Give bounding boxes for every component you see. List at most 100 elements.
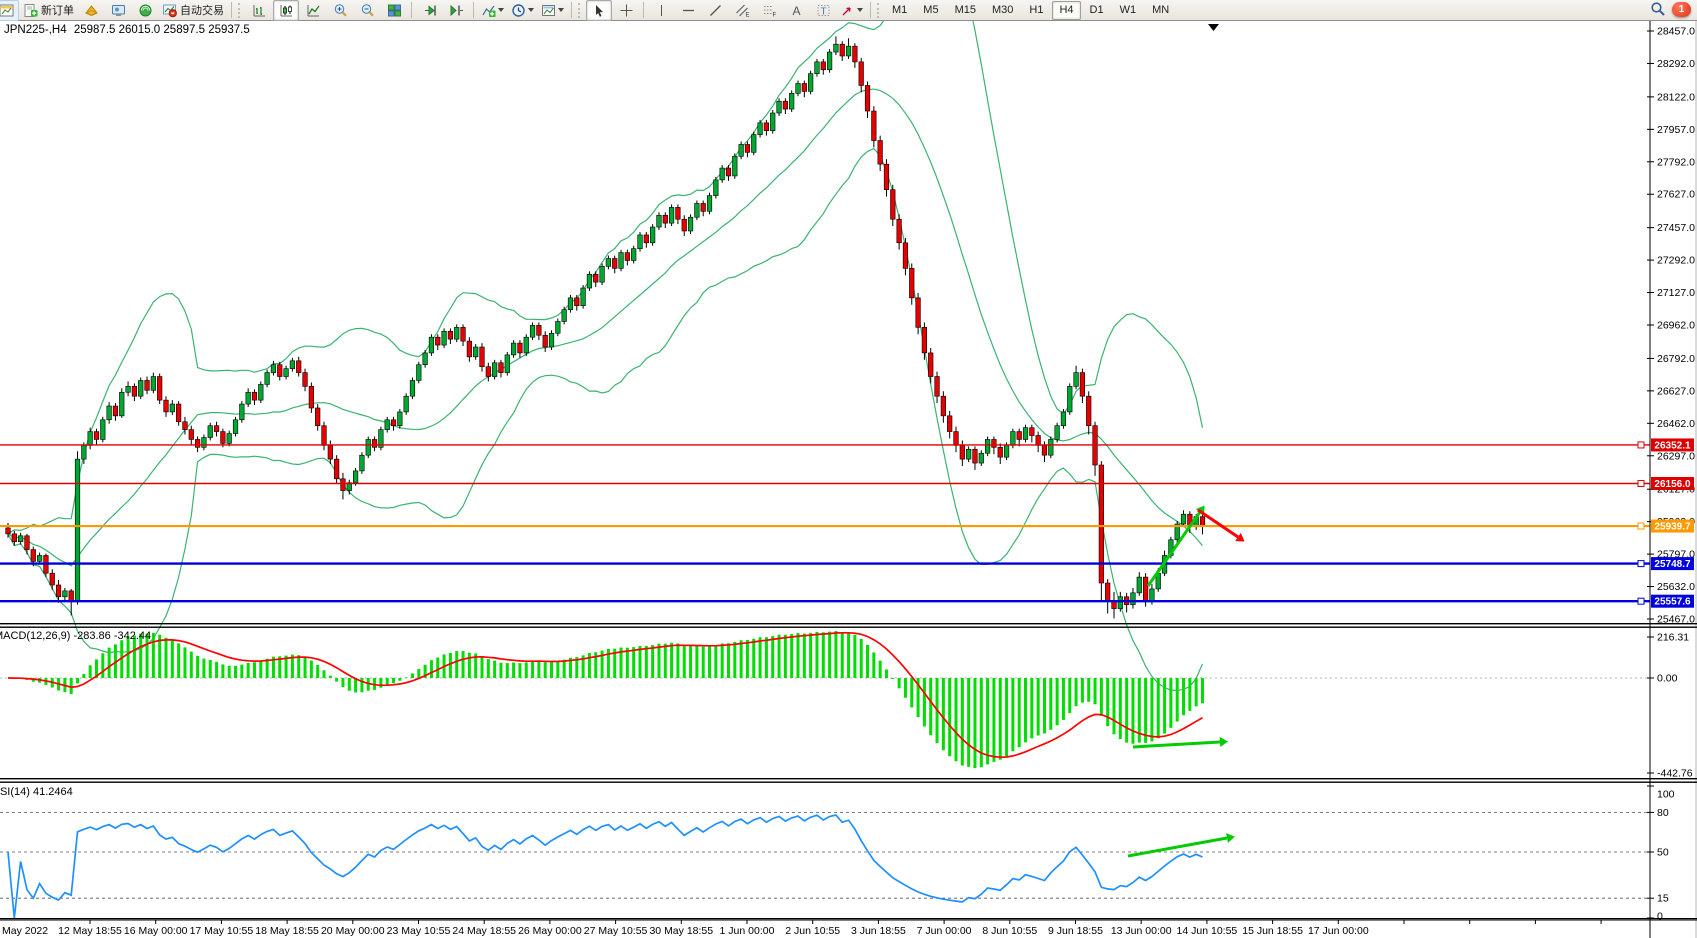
time-tick-label: 8 Jun 10:55 — [982, 925, 1037, 937]
candle-body-down — [12, 534, 17, 542]
text-tool-button[interactable]: A — [783, 0, 809, 21]
price-line-handle[interactable] — [1638, 442, 1644, 448]
timeframe-m1[interactable]: M1 — [885, 1, 914, 20]
candle-body-down — [745, 144, 750, 152]
candle-body-down — [1086, 396, 1091, 425]
candle-body-up — [758, 123, 763, 135]
price-tick-label: 26627.0 — [1657, 385, 1695, 397]
pane-separator[interactable] — [0, 782, 1697, 783]
indicators-button[interactable] — [478, 0, 507, 21]
price-line-25557.6[interactable] — [0, 598, 1650, 604]
candle-body-up — [966, 449, 971, 459]
timeframe-h1[interactable]: H1 — [1022, 1, 1050, 20]
autotrading-button[interactable]: 自动交易 — [159, 0, 227, 21]
trend-arrow-line[interactable] — [1128, 838, 1227, 856]
pane-separator[interactable] — [0, 623, 1697, 624]
timeframe-m15[interactable]: M15 — [948, 1, 983, 20]
templates-button[interactable] — [538, 0, 567, 21]
candlestick-chart-button[interactable] — [273, 0, 299, 21]
tile-windows-button[interactable] — [381, 0, 407, 21]
arrows-tool-button[interactable] — [837, 0, 866, 21]
trend-arrow-object[interactable] — [1148, 506, 1205, 587]
terminal-button[interactable] — [105, 0, 131, 21]
trend-arrow-line[interactable] — [1148, 512, 1200, 586]
candle-body-down — [334, 459, 339, 479]
price-line-25939.7[interactable] — [0, 523, 1650, 529]
candle-body-down — [872, 111, 877, 140]
candle-body-down — [903, 243, 908, 269]
profile-icon[interactable] — [0, 0, 19, 21]
auto-scroll-button[interactable] — [416, 0, 442, 21]
time-tick-label: 27 May 10:55 — [584, 925, 648, 937]
time-tick-label: 26 May 00:00 — [518, 925, 582, 937]
candle-body-down — [164, 400, 169, 412]
price-line-handle[interactable] — [1638, 523, 1644, 529]
timeframe-w1[interactable]: W1 — [1113, 1, 1144, 20]
price-line-handle[interactable] — [1638, 598, 1644, 604]
periods-button[interactable] — [508, 0, 537, 21]
candle-body-up — [562, 310, 567, 322]
candle-body-up — [429, 337, 434, 353]
chart-shift-marker[interactable] — [1208, 24, 1219, 31]
toolbar-separator — [571, 2, 572, 18]
toolbar-right: 1 — [1650, 1, 1691, 17]
candle-body-up — [669, 207, 674, 223]
candle-body-down — [461, 327, 466, 341]
candle-body-down — [221, 432, 226, 444]
horizontal-line-objects[interactable] — [0, 442, 1650, 604]
price-line-handle[interactable] — [1638, 481, 1644, 487]
price-line-26156.0[interactable] — [0, 481, 1650, 487]
candle-body-up — [846, 46, 851, 56]
line-chart-button[interactable] — [300, 0, 326, 21]
metaeditor-button[interactable] — [78, 0, 104, 21]
candle-body-down — [859, 62, 864, 86]
zoom-in-button[interactable] — [327, 0, 353, 21]
price-tick-label: 27292.0 — [1657, 255, 1695, 267]
autotrading-icon — [162, 3, 177, 18]
equidistant-channel-tool-button[interactable]: E — [729, 0, 755, 21]
timeframe-d1[interactable]: D1 — [1083, 1, 1111, 20]
bar-chart-button[interactable] — [246, 0, 272, 21]
price-tick-label: 27792.0 — [1657, 156, 1695, 168]
chart-canvas[interactable]: 28457.028292.028122.027957.027792.027627… — [0, 21, 1697, 938]
price-line-26352.1[interactable] — [0, 442, 1650, 448]
candle-body-up — [473, 347, 478, 357]
candle-body-down — [1105, 583, 1110, 601]
arrows-icon — [840, 3, 855, 18]
candle-body-down — [897, 219, 902, 243]
candle-body-up — [492, 363, 497, 377]
zoom-out-button[interactable] — [354, 0, 380, 21]
price-line-handle[interactable] — [1638, 561, 1644, 567]
cursor-tool-button[interactable] — [586, 0, 612, 21]
chart-shift-button[interactable] — [443, 0, 469, 21]
candle-body-down — [391, 420, 396, 426]
signals-button[interactable] — [132, 0, 158, 21]
vertical-line-tool-button[interactable] — [648, 0, 674, 21]
candle-body-down — [909, 268, 914, 297]
pane-separator[interactable] — [0, 627, 1697, 628]
bollinger-upper-band — [8, 21, 1203, 534]
new-order-button[interactable]: 新订单 — [20, 0, 77, 21]
timeframe-m5[interactable]: M5 — [916, 1, 945, 20]
symbol-period-label: JPN225-,H4 — [4, 24, 67, 36]
pane-separator[interactable] — [0, 778, 1697, 779]
time-tick-label: 3 Jun 18:55 — [851, 925, 906, 937]
price-line-25748.7[interactable] — [0, 561, 1650, 567]
search-icon[interactable] — [1650, 1, 1666, 17]
price-tick-label: 28122.0 — [1657, 91, 1695, 103]
candle-body-up — [587, 274, 592, 288]
timeframe-h4[interactable]: H4 — [1052, 1, 1080, 20]
crosshair-tool-button[interactable] — [613, 0, 639, 21]
timeframe-m30[interactable]: M30 — [985, 1, 1020, 20]
tile-windows-icon — [387, 3, 402, 18]
candle-body-up — [688, 217, 693, 231]
templates-icon — [541, 3, 556, 18]
trendline-tool-button[interactable] — [702, 0, 728, 21]
notification-badge[interactable]: 1 — [1672, 2, 1691, 17]
trend-arrow-object[interactable] — [1128, 833, 1235, 856]
fibonacci-tool-button[interactable]: F — [756, 0, 782, 21]
text-label-tool-button[interactable]: T — [810, 0, 836, 21]
horizontal-line-tool-button[interactable] — [675, 0, 701, 21]
trend-arrow-object[interactable] — [1133, 737, 1228, 747]
timeframe-mn[interactable]: MN — [1145, 1, 1176, 20]
